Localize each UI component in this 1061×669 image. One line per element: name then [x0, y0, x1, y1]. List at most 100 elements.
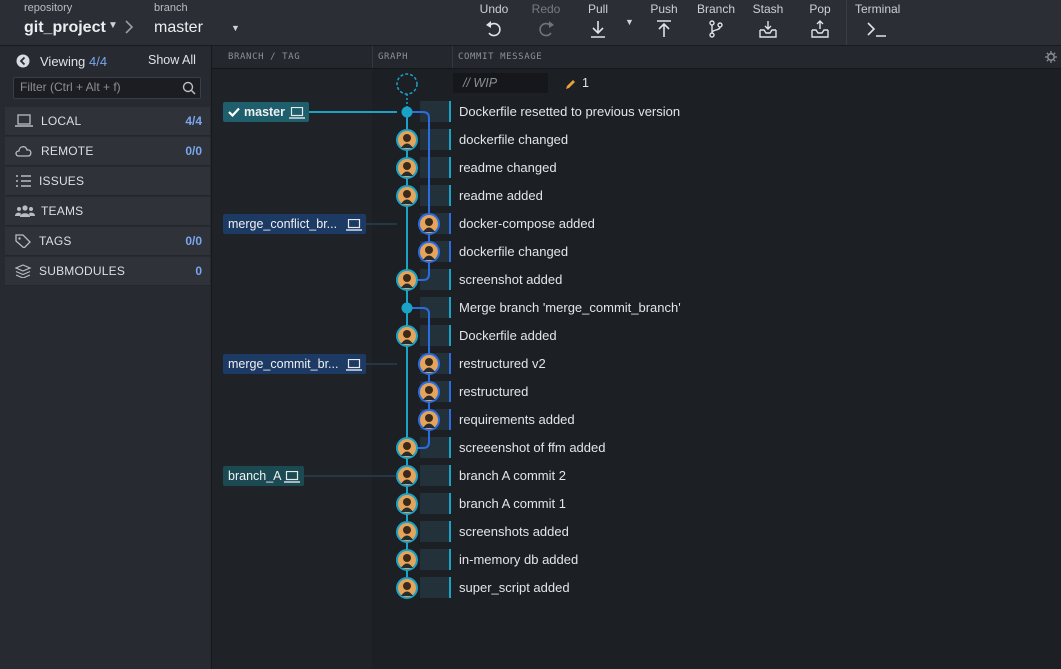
section-label: TAGS: [39, 234, 72, 248]
viewing-bar: Viewing 4/4 Show All: [0, 46, 211, 74]
commit-message[interactable]: restructured: [459, 384, 528, 399]
wip-node[interactable]: [396, 73, 418, 95]
viewing-count: 4/4: [89, 54, 108, 69]
commit-message[interactable]: branch A commit 2: [459, 468, 566, 483]
laptop-icon: [15, 114, 33, 127]
pull-button[interactable]: Pull: [572, 0, 624, 45]
commit-avatar[interactable]: [396, 325, 418, 347]
commit-avatar[interactable]: [396, 577, 418, 599]
section-local[interactable]: LOCAL 4/4: [5, 107, 210, 136]
section-tags[interactable]: TAGS 0/0: [5, 227, 210, 256]
commit-message[interactable]: restructured v2: [459, 356, 546, 371]
commit-message[interactable]: docker-compose added: [459, 216, 595, 231]
pencil-icon: [566, 80, 575, 89]
commit-avatar[interactable]: [418, 241, 440, 263]
commit-message[interactable]: in-memory db added: [459, 552, 578, 567]
branch-name[interactable]: master: [154, 19, 203, 37]
undo-label: Undo: [479, 2, 509, 16]
terminal-label: Terminal: [855, 2, 901, 16]
commit-message[interactable]: screenshot added: [459, 272, 562, 287]
branch-button[interactable]: Branch: [690, 0, 742, 45]
back-arrow-icon[interactable]: [16, 54, 30, 68]
wip-change-count: 1: [582, 76, 589, 90]
branch-icon: [709, 20, 723, 38]
commit-message[interactable]: branch A commit 1: [459, 496, 566, 511]
repository-caption: repository: [24, 2, 73, 14]
stash-icon: [759, 21, 777, 38]
commit-avatar[interactable]: [396, 437, 418, 459]
wip-row[interactable]: // WIP: [453, 73, 548, 93]
left-panel: Viewing 4/4 Show All LOCAL 4/4 REMOTE 0/…: [0, 46, 212, 669]
commit-avatar[interactable]: [396, 493, 418, 515]
search-icon: [182, 81, 196, 95]
section-count: 4/4: [185, 114, 202, 128]
viewing-label: Viewing: [40, 54, 86, 69]
commit-message[interactable]: screeenshot of ffm added: [459, 440, 605, 455]
filter-input[interactable]: [14, 78, 176, 96]
repository-name[interactable]: git_project: [24, 19, 106, 37]
section-label: ISSUES: [39, 174, 85, 188]
repo-dropdown-icon[interactable]: ▼: [108, 20, 118, 31]
merge-node[interactable]: [401, 106, 413, 118]
branch-label: Branch: [696, 2, 736, 16]
commit-avatar[interactable]: [396, 185, 418, 207]
commit-message[interactable]: Merge branch 'merge_commit_branch': [459, 300, 681, 315]
commit-message[interactable]: readme changed: [459, 160, 557, 175]
column-commit-message[interactable]: COMMIT MESSAGE: [458, 52, 542, 62]
wip-label: // WIP: [463, 76, 498, 90]
commit-graph-panel: BRANCH / TAG GRAPH COMMIT MESSAGE // WIP…: [212, 46, 1061, 669]
commit-avatar[interactable]: [396, 129, 418, 151]
pop-label: Pop: [809, 2, 831, 16]
push-button[interactable]: Push: [638, 0, 690, 45]
terminal-button[interactable]: Terminal: [852, 0, 904, 45]
merge-node[interactable]: [401, 302, 413, 314]
commit-message[interactable]: Dockerfile resetted to previous version: [459, 104, 680, 119]
pop-icon: [811, 20, 829, 38]
redo-label: Redo: [531, 2, 561, 16]
commit-avatar[interactable]: [396, 549, 418, 571]
section-count: 0: [195, 264, 202, 278]
redo-button[interactable]: Redo: [520, 0, 572, 45]
commit-avatar[interactable]: [396, 157, 418, 179]
branch-dropdown-icon[interactable]: ▼: [231, 23, 240, 33]
section-remote[interactable]: REMOTE 0/0: [5, 137, 210, 166]
commit-avatar[interactable]: [418, 381, 440, 403]
gear-icon[interactable]: [1045, 51, 1057, 63]
commit-avatar[interactable]: [396, 269, 418, 291]
commit-message[interactable]: dockerfile changed: [459, 132, 568, 147]
tag-icon: [15, 234, 31, 248]
commit-message[interactable]: Dockerfile added: [459, 328, 557, 343]
section-count: 0/0: [185, 234, 202, 248]
column-divider[interactable]: [452, 46, 453, 68]
commit-message[interactable]: super_script added: [459, 580, 570, 595]
section-submodules[interactable]: SUBMODULES 0: [5, 257, 210, 286]
list-icon: [16, 175, 31, 187]
section-label: LOCAL: [41, 114, 82, 128]
section-issues[interactable]: ISSUES: [5, 167, 210, 196]
undo-button[interactable]: Undo: [468, 0, 520, 45]
push-icon: [657, 20, 671, 37]
terminal-icon: [867, 22, 886, 37]
stash-button[interactable]: Stash: [742, 0, 794, 45]
commit-message[interactable]: readme added: [459, 188, 543, 203]
branch-caption: branch: [154, 2, 188, 14]
commit-message[interactable]: requirements added: [459, 412, 575, 427]
toolbar: repository git_project ▼ branch master ▼…: [0, 0, 1061, 46]
commit-avatar[interactable]: [418, 353, 440, 375]
pull-icon: [591, 21, 605, 38]
layers-icon: [15, 264, 32, 278]
show-all-link[interactable]: Show All: [148, 53, 196, 67]
commit-avatar[interactable]: [418, 213, 440, 235]
filter-field[interactable]: [13, 77, 201, 99]
toolbar-separator: [846, 0, 847, 45]
section-teams[interactable]: TEAMS: [5, 197, 210, 226]
section-label: REMOTE: [41, 144, 94, 158]
commit-avatar[interactable]: [418, 409, 440, 431]
pull-dropdown-icon[interactable]: ▼: [625, 17, 634, 27]
commit-avatar[interactable]: [396, 521, 418, 543]
section-label: SUBMODULES: [39, 264, 126, 278]
pop-button[interactable]: Pop: [794, 0, 846, 45]
commit-avatar[interactable]: [396, 465, 418, 487]
commit-message[interactable]: dockerfile changed: [459, 244, 568, 259]
commit-message[interactable]: screenshots added: [459, 524, 569, 539]
